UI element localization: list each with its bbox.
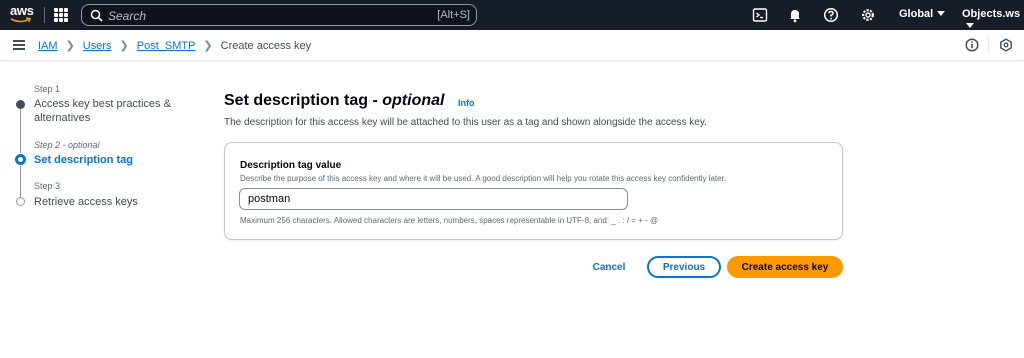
search-placeholder: Search (108, 9, 147, 23)
cancel-button[interactable]: Cancel (585, 256, 633, 278)
topbar-divider (44, 7, 45, 23)
step-upcoming-icon (16, 197, 25, 206)
region-selector[interactable]: Global (899, 8, 946, 20)
chevron-down-icon (966, 23, 974, 28)
step-3-number: Step 3 (34, 181, 61, 191)
menu-icon[interactable] (13, 40, 25, 50)
step-connector (20, 109, 21, 153)
breadcrumb-iam[interactable]: IAM (38, 40, 58, 52)
step-completed-icon (16, 100, 25, 109)
chevron-right-icon: ❯ (65, 40, 75, 52)
step-connector (20, 166, 21, 197)
chevron-right-icon: ❯ (203, 40, 213, 52)
services-menu-icon[interactable] (54, 8, 68, 22)
chevron-down-icon (937, 11, 946, 16)
page-description: The description for this access key will… (224, 117, 707, 128)
breadcrumb-bar: IAM ❯ Users ❯ Post_SMTP ❯ Create access … (0, 30, 1024, 61)
account-menu[interactable]: Objects.ws (962, 8, 1024, 32)
search-input[interactable]: Search [Alt+S] (81, 4, 477, 26)
page-title: Set description tag - optional (224, 92, 444, 110)
breadcrumb-divider (988, 36, 989, 54)
cloudshell-icon[interactable] (752, 7, 768, 23)
breadcrumb: IAM ❯ Users ❯ Post_SMTP ❯ Create access … (38, 39, 312, 53)
account-label: Objects.ws (962, 8, 1021, 20)
top-navigation: aws Search [Alt+S] Global Objects.ws (0, 0, 1024, 30)
previous-button[interactable]: Previous (647, 256, 721, 278)
aws-smile-icon (10, 17, 31, 23)
step-3-title: Retrieve access keys (34, 196, 138, 208)
create-access-key-button[interactable]: Create access key (727, 256, 843, 278)
description-tag-label: Description tag value (240, 160, 342, 171)
page-title-text: Set description tag - (224, 92, 383, 109)
search-shortcut: [Alt+S] (437, 9, 470, 21)
step-1-title[interactable]: Access key best practices & alternatives (34, 97, 174, 125)
aws-logo[interactable]: aws (10, 3, 34, 27)
description-tag-help: Describe the purpose of this access key … (240, 174, 727, 183)
step-1-number: Step 1 (34, 84, 61, 94)
help-icon[interactable] (823, 7, 839, 23)
bell-icon[interactable] (787, 7, 803, 23)
page-title-optional: optional (382, 92, 445, 109)
breadcrumb-users[interactable]: Users (83, 40, 112, 52)
description-tag-constraint: Maximum 256 characters. Allowed characte… (240, 216, 659, 225)
aws-logo-text: aws (10, 3, 34, 18)
breadcrumb-user[interactable]: Post_SMTP (137, 40, 196, 52)
step-active-icon (15, 154, 26, 165)
gear-icon[interactable] (860, 7, 876, 23)
region-label: Global (899, 8, 934, 20)
search-icon (90, 9, 103, 22)
chevron-right-icon: ❯ (119, 40, 129, 52)
hexagon-settings-icon[interactable] (999, 38, 1013, 52)
step-2-title: Set description tag (34, 154, 134, 166)
info-link[interactable]: Info (458, 98, 475, 108)
info-circle-icon[interactable] (965, 38, 979, 52)
step-2-number: Step 2 - optional (34, 140, 100, 150)
description-tag-input[interactable] (239, 188, 628, 210)
description-tag-container: Description tag value Describe the purpo… (224, 142, 843, 240)
breadcrumb-current: Create access key (220, 39, 312, 52)
